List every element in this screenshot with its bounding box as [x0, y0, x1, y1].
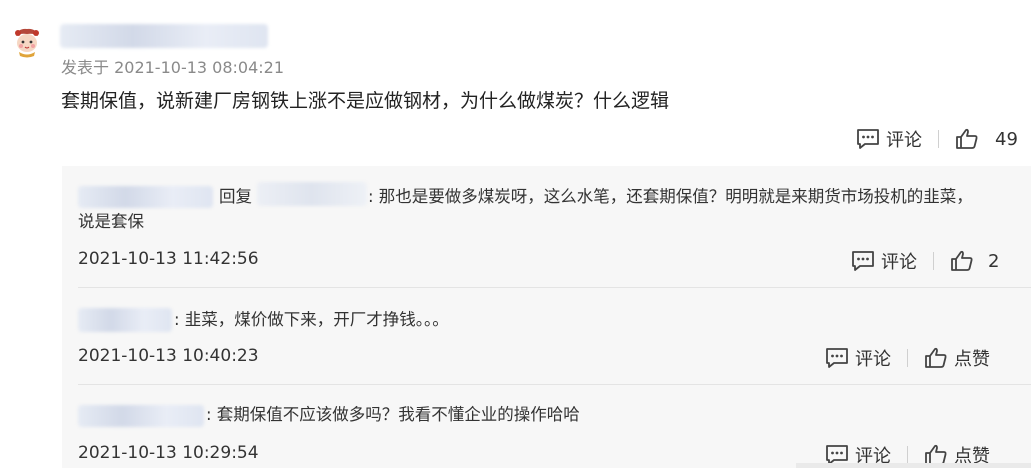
comment-button[interactable]: 评论	[851, 248, 917, 274]
reply-username-blurred[interactable]	[78, 308, 172, 332]
comment-label: 评论	[886, 130, 922, 151]
thumbs-up-icon	[956, 128, 978, 149]
reply-list: 回复 : 那也是要做多煤炭呀，这么水笔，还套期保值？明明就是来期货市场投机的韭菜…	[62, 166, 1031, 468]
reply-text: : 那也是要做多煤炭呀，这么水笔，还套期保值？明明就是来期货市场投机的韭菜，	[368, 187, 973, 206]
like-count: 49	[995, 128, 1018, 150]
like-button[interactable]: 点赞	[924, 345, 990, 371]
like-label: 点赞	[954, 349, 990, 370]
reply-username-blurred[interactable]	[78, 405, 204, 427]
comment-icon	[826, 348, 848, 368]
like-button[interactable]: 49	[955, 128, 1018, 150]
comment-text: 套期保值，说新建厂房钢铁上涨不是应做钢材，为什么做煤炭？什么逻辑	[61, 90, 670, 112]
action-divider	[938, 130, 939, 148]
comment-button[interactable]: 评论	[856, 126, 922, 152]
reply-text: : 套期保值不应该做多吗？我看不懂企业的操作哈哈	[206, 405, 580, 424]
reply-text: : 韭菜，煤价做下来，开厂才挣钱。。。	[174, 310, 449, 329]
reply-time: 2021-10-13 10:29:54	[78, 443, 259, 463]
reply-target-blurred[interactable]	[257, 182, 367, 206]
reply-actions: 评论 点赞	[825, 345, 990, 371]
comment-icon	[857, 129, 879, 149]
reply-actions: 评论 2	[851, 248, 999, 274]
reply-username-blurred[interactable]	[78, 186, 213, 208]
comment-button[interactable]: 评论	[825, 345, 891, 371]
post-time: 发表于 2021-10-13 08:04:21	[61, 58, 285, 77]
comment-label: 评论	[881, 252, 917, 273]
username-blurred[interactable]	[60, 24, 268, 48]
comment-icon	[852, 251, 874, 271]
reply-divider	[78, 287, 1031, 288]
action-divider	[907, 349, 908, 367]
like-count: 2	[988, 250, 1000, 272]
action-divider	[907, 446, 908, 464]
like-button[interactable]: 2	[950, 250, 999, 272]
comment-label: 评论	[855, 349, 891, 370]
reply-time: 2021-10-13 11:42:56	[78, 249, 259, 269]
reply-time: 2021-10-13 10:40:23	[78, 346, 259, 366]
thumbs-up-icon	[925, 347, 947, 368]
comment-actions: 评论 49	[856, 126, 1018, 152]
comment-thread: 发表于 2021-10-13 08:04:21 套期保值，说新建厂房钢铁上涨不是…	[0, 0, 1031, 468]
reply-label: 回复	[219, 187, 252, 206]
action-divider	[933, 252, 934, 270]
scroll-edge	[796, 463, 1031, 468]
reply-divider	[78, 384, 1031, 385]
thumbs-up-icon	[951, 250, 973, 271]
user-avatar[interactable]	[10, 24, 44, 58]
reply-text-continued: 说是套保	[78, 212, 144, 231]
